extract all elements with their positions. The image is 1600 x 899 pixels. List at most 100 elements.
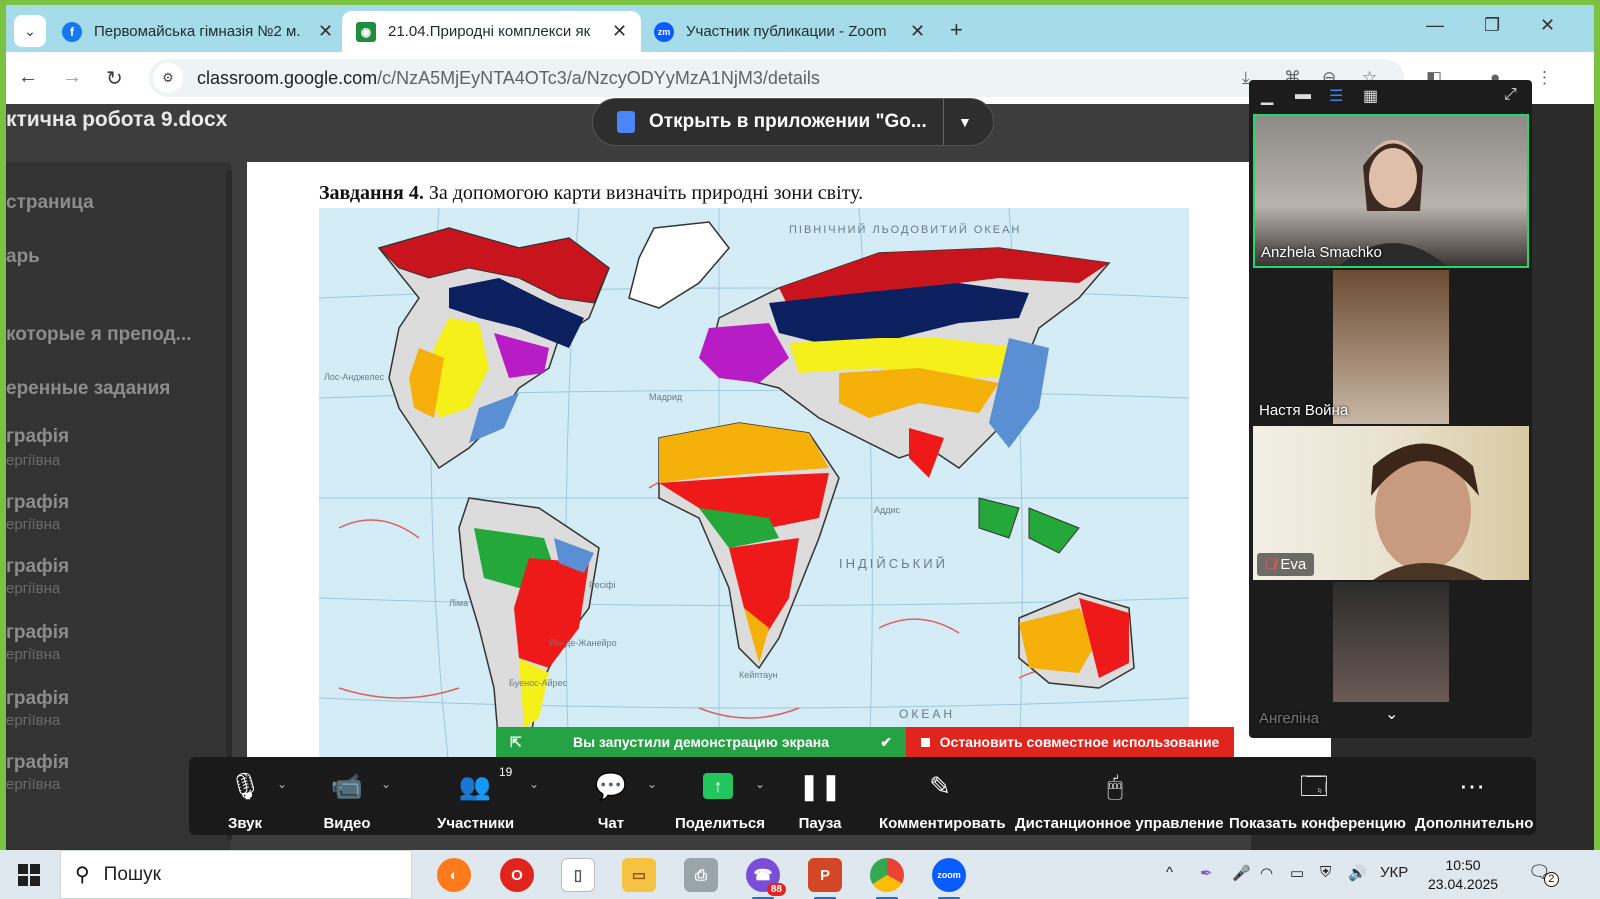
chevron-up-icon[interactable]: ⌄ <box>381 777 391 791</box>
video-button[interactable]: 📹 Видео ⌄ <box>319 769 391 832</box>
viber-icon[interactable]: ☎ 88 <box>746 858 786 899</box>
sidebar-item[interactable]: графія <box>6 752 69 774</box>
sidebar-item[interactable]: графія <box>6 556 69 578</box>
notification-badge: 88 <box>766 883 786 896</box>
opera-icon[interactable]: O <box>500 858 534 892</box>
zoom-app-icon[interactable]: zoom <box>932 858 966 899</box>
grid-view-icon[interactable]: ▦ <box>1363 86 1378 106</box>
single-view-icon[interactable]: ▬ <box>1295 86 1311 104</box>
tab-facebook[interactable]: f Первомайська гімназія №2 м. ✕ <box>48 11 347 52</box>
remote-control-button[interactable]: 🖱 Дистанционное управление <box>1015 769 1224 832</box>
chat-button[interactable]: 💬 Чат ⌄ <box>593 769 657 832</box>
address-bar[interactable]: ⚙ classroom.google.com/c/NzA5MjEyNTA4OTc… <box>149 59 1404 97</box>
reload-icon[interactable]: ↻ <box>106 66 123 91</box>
printer-icon[interactable]: ⎙ <box>684 858 718 892</box>
minimize-icon[interactable]: — <box>1426 15 1444 36</box>
site-info-icon[interactable]: ⚙ <box>153 63 183 93</box>
open-in-app-label: Открыть в приложении "Go... <box>649 111 927 132</box>
language-indicator[interactable]: УКР <box>1380 864 1408 881</box>
windows-start-icon[interactable] <box>18 864 40 886</box>
label-indian: ІНДІЙСЬКИЙ <box>839 556 948 571</box>
drag-handle-icon[interactable]: ⇱ <box>510 734 522 751</box>
new-tab-button[interactable]: + <box>950 17 963 43</box>
tab-search-button[interactable]: ⌄ <box>14 15 46 47</box>
participant-video[interactable]: Ангеліна ⌄ <box>1253 582 1529 732</box>
sidebar-item[interactable]: арь <box>6 246 40 268</box>
audio-button[interactable]: 🎙 Звук ⌄ <box>219 769 287 832</box>
restore-icon[interactable]: ❐ <box>1484 15 1500 36</box>
menu-kebab-icon[interactable]: ⋮ <box>1536 68 1553 88</box>
notification-count: 2 <box>1543 872 1559 887</box>
microphone-tray-icon[interactable]: 🎤 <box>1232 864 1251 882</box>
participants-button[interactable]: 👥 19 Участники ⌄ <box>437 765 539 832</box>
chevron-up-icon[interactable]: ⌄ <box>529 777 539 791</box>
participant-camera <box>1333 270 1449 424</box>
window-icon: 🗔 <box>1299 771 1329 801</box>
participant-name: Ангеліна <box>1259 710 1319 727</box>
participant-video[interactable]: Anzhela Smachko <box>1253 114 1529 268</box>
classroom-sidebar: страница арь которые я препод... еренные… <box>6 162 232 850</box>
open-in-app-button[interactable]: Открыть в приложении "Go... ▼ <box>592 98 994 146</box>
sidebar-item[interactable]: графія <box>6 688 69 710</box>
system-clock[interactable]: 10:50 23.04.2025 <box>1428 856 1498 894</box>
sidebar-item[interactable]: графія <box>6 622 69 644</box>
participant-video[interactable]: Настя Война <box>1253 270 1529 424</box>
facebook-icon: f <box>62 21 82 42</box>
sharing-status[interactable]: ⇱ Вы запустили демонстрацию экрана ✔ <box>496 727 906 757</box>
sidebar-item[interactable]: которые я препод... <box>6 324 191 346</box>
show-meeting-label: Показать конференцию <box>1229 815 1406 832</box>
world-map: ПІВНІЧНИЙ ЛЬОДОВИТИЙ ОКЕАН ІНДІЙСЬКИЙ ОК… <box>319 208 1189 768</box>
tab-zoom[interactable]: zm Участник публикации - Zoom ✕ <box>640 11 939 52</box>
show-meeting-button[interactable]: 🗔 Показать конференцию <box>1229 769 1406 832</box>
fullscreen-icon[interactable]: ⤢ <box>1504 86 1517 104</box>
close-window-icon[interactable]: ✕ <box>1540 15 1555 36</box>
natural-zones-map: ПІВНІЧНИЙ ЛЬОДОВИТИЙ ОКЕАН ІНДІЙСЬКИЙ ОК… <box>319 208 1189 768</box>
tab-classroom[interactable]: ◉ 21.04.Природні комплекси як ✕ <box>342 11 642 52</box>
notepad-icon[interactable]: ▯ <box>561 858 595 892</box>
label-recife: Ресіфі <box>589 580 616 590</box>
sidebar-scrollbar[interactable] <box>226 170 232 840</box>
firefox-icon[interactable]: ◐ <box>437 858 471 892</box>
chevron-up-icon[interactable]: ⌄ <box>755 777 765 791</box>
close-tab-icon[interactable]: ✕ <box>318 21 333 42</box>
back-icon[interactable]: ← <box>18 66 38 89</box>
mouse-icon: 🖱 <box>1107 771 1123 801</box>
sidebar-item[interactable]: графія <box>6 426 69 448</box>
strip-view-icon[interactable]: ☰ <box>1329 86 1343 106</box>
minimize-gallery-icon[interactable]: ▁ <box>1261 86 1273 106</box>
divider <box>943 99 944 145</box>
sidebar-item[interactable]: еренные задания <box>6 378 170 400</box>
greenland-ice <box>628 221 730 309</box>
sidebar-subtitle: ергіївна <box>6 776 61 793</box>
chrome-icon[interactable] <box>870 858 904 899</box>
volume-icon[interactable]: 🔊 <box>1348 864 1367 882</box>
forward-icon[interactable]: → <box>62 66 82 89</box>
taskbar-search[interactable]: ⚲ Пошук <box>60 850 412 899</box>
file-explorer-icon[interactable]: ▭ <box>622 858 656 892</box>
sidebar-item[interactable]: страница <box>6 192 94 214</box>
notification-center-icon[interactable]: 🗨 2 <box>1528 862 1559 887</box>
shield-icon: ✔ <box>880 733 892 750</box>
powerpoint-icon[interactable]: P <box>808 858 842 899</box>
stop-share-button[interactable]: Остановить совместное использование <box>906 727 1234 757</box>
sidebar-item[interactable]: графія <box>6 492 69 514</box>
participant-video[interactable]: 🎙̸ Eva <box>1253 426 1529 580</box>
annotate-button[interactable]: ✎ Комментировать <box>879 769 1006 832</box>
more-button[interactable]: ⋯ Дополнительно <box>1415 769 1533 832</box>
chevron-up-icon[interactable]: ⌄ <box>647 777 657 791</box>
security-icon[interactable]: ⛨ <box>1320 864 1331 881</box>
chevron-up-icon[interactable]: ⌄ <box>277 777 287 791</box>
pause-share-button[interactable]: ❚❚ Пауза <box>795 769 845 832</box>
close-tab-icon[interactable]: ✕ <box>612 21 627 42</box>
pen-icon[interactable]: ✒ <box>1200 864 1213 882</box>
zoom-meeting-toolbar: 🎙 Звук ⌄ 📹 Видео ⌄ 👥 19 Участники ⌄ 💬 Ча… <box>189 757 1536 835</box>
clock-time: 10:50 <box>1445 857 1481 873</box>
participant-name: 🎙̸ Eva <box>1257 553 1315 576</box>
close-tab-icon[interactable]: ✕ <box>910 21 925 42</box>
chevron-down-icon[interactable]: ⌄ <box>1385 704 1398 724</box>
wifi-icon[interactable]: ◠ <box>1260 864 1273 882</box>
share-button[interactable]: ↑ Поделиться ⌄ <box>675 769 765 832</box>
chevron-up-icon[interactable]: ^ <box>1166 864 1173 881</box>
battery-icon[interactable]: ▭ <box>1290 864 1304 882</box>
chevron-down-icon[interactable]: ▼ <box>958 114 972 130</box>
